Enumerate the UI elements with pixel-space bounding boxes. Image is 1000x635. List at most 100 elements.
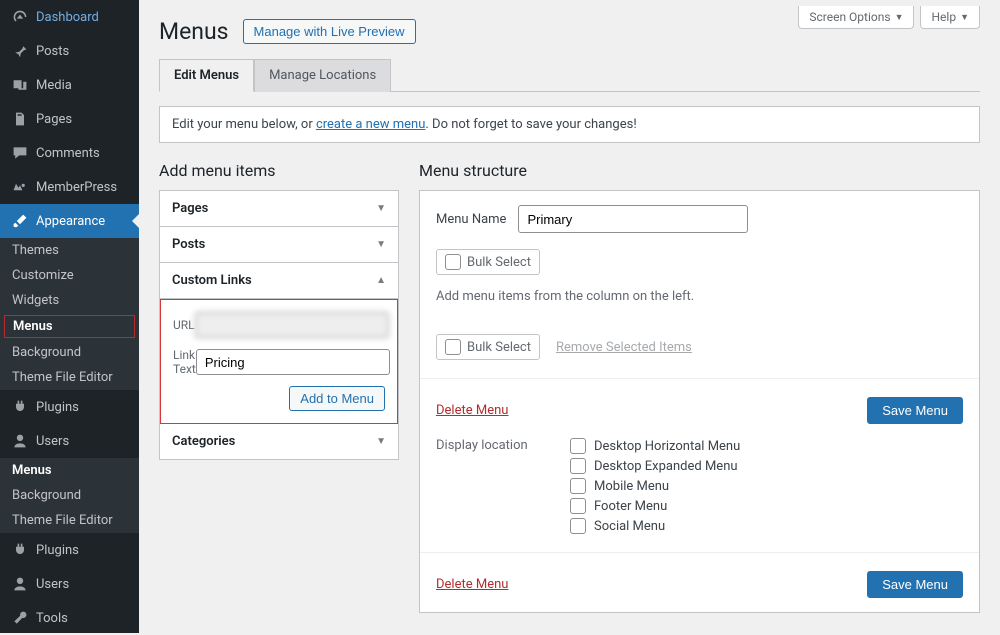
tab-edit-menus[interactable]: Edit Menus [159, 59, 254, 92]
checkbox-icon[interactable] [570, 498, 586, 514]
accordion-pages[interactable]: Pages ▼ [160, 191, 398, 227]
sidebar-item-pages[interactable]: Pages [0, 102, 139, 136]
checkbox-icon[interactable] [570, 438, 586, 454]
sidebar-item-appearance[interactable]: Appearance [0, 204, 139, 238]
menu-name-input[interactable] [518, 205, 748, 233]
sidebar-label: Appearance [36, 214, 105, 229]
bulk-select-bottom[interactable]: Bulk Select [436, 334, 540, 360]
notice-text-post: . Do not forget to save your changes! [425, 117, 636, 132]
submenu2-background[interactable]: Background [0, 483, 139, 508]
sidebar-label: Comments [36, 146, 100, 161]
chevron-up-icon: ▲ [376, 275, 386, 286]
sidebar-label: Plugins [36, 400, 79, 415]
location-label: Desktop Expanded Menu [594, 459, 738, 474]
bulk-select-label: Bulk Select [467, 255, 531, 270]
location-option[interactable]: Desktop Horizontal Menu [570, 438, 740, 454]
add-items-accordion: Pages ▼ Posts ▼ Custom Links ▲ URL [159, 190, 399, 460]
menu-name-label: Menu Name [436, 212, 506, 227]
memberpress-icon [10, 177, 30, 197]
sidebar-label: Users [36, 434, 69, 449]
accordion-custom-links[interactable]: Custom Links ▲ [160, 263, 398, 299]
media-icon [10, 75, 30, 95]
sidebar-item-users[interactable]: Users [0, 424, 139, 458]
accordion-label: Categories [172, 434, 235, 449]
submenu-themes[interactable]: Themes [0, 238, 139, 263]
tab-manage-locations[interactable]: Manage Locations [254, 59, 391, 92]
chevron-down-icon: ▼ [376, 203, 386, 214]
screen-options-button[interactable]: Screen Options ▼ [798, 6, 914, 29]
sidebar-item-media[interactable]: Media [0, 68, 139, 102]
submenu-menus[interactable]: Menus [4, 315, 135, 338]
checkbox-icon[interactable] [570, 458, 586, 474]
remove-selected-link[interactable]: Remove Selected Items [556, 340, 692, 355]
sidebar-item-users-2[interactable]: Users [0, 567, 139, 601]
admin-sidebar: Dashboard Posts Media Pages Comments Mem… [0, 0, 139, 633]
submenu2-menus[interactable]: Menus [0, 458, 139, 483]
sidebar-item-plugins[interactable]: Plugins [0, 390, 139, 424]
help-button[interactable]: Help ▼ [920, 6, 980, 29]
checkbox-icon[interactable] [570, 478, 586, 494]
accordion-label: Pages [172, 201, 208, 216]
save-menu-button[interactable]: Save Menu [867, 397, 963, 424]
gauge-icon [10, 7, 30, 27]
sidebar-item-plugins-2[interactable]: Plugins [0, 533, 139, 567]
live-preview-button[interactable]: Manage with Live Preview [243, 19, 416, 44]
url-input[interactable] [195, 312, 389, 338]
accordion-categories[interactable]: Categories ▼ [160, 424, 398, 459]
link-text-input[interactable] [196, 349, 390, 375]
location-label: Footer Menu [594, 499, 667, 514]
checkbox-icon[interactable] [445, 339, 461, 355]
link-text-label: Link Text [173, 348, 196, 376]
location-option[interactable]: Footer Menu [570, 498, 740, 514]
notice-text-pre: Edit your menu below, or [172, 117, 316, 132]
accordion-posts[interactable]: Posts ▼ [160, 227, 398, 263]
delete-menu-link-2[interactable]: Delete Menu [436, 577, 508, 592]
submenu2-theme-file-editor[interactable]: Theme File Editor [0, 508, 139, 533]
sidebar-label: Users [36, 577, 69, 592]
submenu-background[interactable]: Background [0, 340, 139, 365]
location-option[interactable]: Desktop Expanded Menu [570, 458, 740, 474]
structure-heading: Menu structure [419, 161, 980, 180]
menu-structure-panel: Menu Name Bulk Select Add menu items fro… [419, 190, 980, 613]
bulk-select-top[interactable]: Bulk Select [436, 249, 540, 275]
sidebar-item-memberpress[interactable]: MemberPress [0, 170, 139, 204]
location-label: Social Menu [594, 519, 665, 534]
custom-links-panel: URL Link Text Add to Menu [160, 299, 398, 424]
secondary-submenu: Menus Background Theme File Editor [0, 458, 139, 533]
sidebar-item-comments[interactable]: Comments [0, 136, 139, 170]
accordion-label: Posts [172, 237, 205, 252]
sidebar-item-dashboard[interactable]: Dashboard [0, 0, 139, 34]
checkbox-icon[interactable] [570, 518, 586, 534]
submenu-customize[interactable]: Customize [0, 263, 139, 288]
comment-icon [10, 143, 30, 163]
nav-tabs: Edit Menus Manage Locations [159, 59, 980, 92]
submenu-widgets[interactable]: Widgets [0, 288, 139, 313]
create-new-menu-link[interactable]: create a new menu [316, 117, 425, 132]
display-location-label: Display location [436, 438, 546, 534]
sidebar-label: Tools [36, 611, 68, 626]
empty-hint: Add menu items from the column on the le… [436, 289, 963, 304]
add-items-heading: Add menu items [159, 161, 399, 180]
brush-icon [10, 211, 30, 231]
chevron-down-icon: ▼ [895, 12, 904, 23]
sidebar-item-tools[interactable]: Tools [0, 601, 139, 635]
user-icon [10, 431, 30, 451]
chevron-down-icon: ▼ [376, 239, 386, 250]
sidebar-label: Posts [36, 44, 69, 59]
delete-menu-link[interactable]: Delete Menu [436, 403, 508, 418]
plug-icon [10, 397, 30, 417]
add-to-menu-button[interactable]: Add to Menu [289, 386, 385, 411]
save-menu-button-2[interactable]: Save Menu [867, 571, 963, 598]
submenu-theme-file-editor[interactable]: Theme File Editor [0, 365, 139, 390]
sidebar-label: Plugins [36, 543, 79, 558]
accordion-label: Custom Links [172, 273, 252, 288]
help-label: Help [931, 10, 956, 24]
location-option[interactable]: Social Menu [570, 518, 740, 534]
location-label: Desktop Horizontal Menu [594, 439, 740, 454]
sidebar-item-posts[interactable]: Posts [0, 34, 139, 68]
separator [420, 378, 979, 379]
location-option[interactable]: Mobile Menu [570, 478, 740, 494]
user-icon [10, 574, 30, 594]
notice-bar: Edit your menu below, or create a new me… [159, 106, 980, 143]
checkbox-icon[interactable] [445, 254, 461, 270]
